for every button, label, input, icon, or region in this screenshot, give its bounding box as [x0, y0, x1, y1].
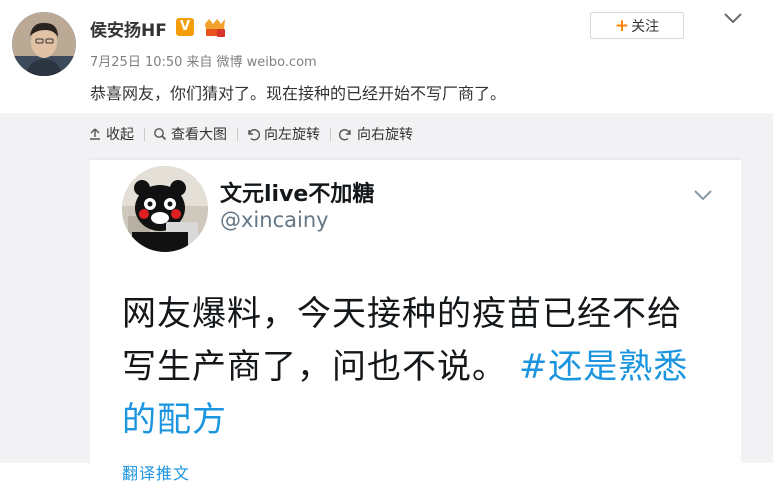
post-source-link[interactable]: 微博 weibo.com [216, 55, 316, 70]
rotate-left-button[interactable]: 向左旋转 [246, 124, 320, 144]
person-avatar-image [12, 12, 76, 76]
author-avatar[interactable] [12, 12, 76, 76]
collapse-icon [90, 128, 100, 140]
tweet-body-text: 写生产商了，问也不说。 [122, 347, 507, 387]
view-large-button[interactable]: 查看大图 [153, 124, 227, 144]
tweet-screenshot-image[interactable]: 文元live不加糖 @xincainy 网友爆料，今天接种的疫苗已经不给 写生产… [90, 158, 741, 483]
toolbar-divider [144, 127, 145, 141]
follow-button[interactable]: + 关注 [590, 12, 684, 39]
media-toolbar: 收起 查看大图 向左旋转 向右旋转 [88, 123, 419, 145]
collapse-button[interactable]: 收起 [88, 124, 134, 144]
rotate-right-label: 向右旋转 [357, 127, 413, 143]
toolbar-divider [330, 127, 331, 141]
plus-icon: + [614, 15, 630, 36]
rotate-right-button[interactable]: 向右旋转 [339, 124, 413, 144]
rotate-right-icon [339, 129, 351, 141]
source-prefix: 来自 [186, 55, 213, 70]
tweet-hashtag-continued: 的配方 [122, 400, 227, 440]
view-large-label: 查看大图 [171, 127, 227, 143]
weibo-post-header: 侯安扬HF V 7月25日 10:50 来自 微博 weibo.com 恭喜网友，你… [0, 0, 773, 113]
tweet-body-line-1: 网友爆料，今天接种的疫苗已经不给 [122, 294, 682, 334]
member-badge-icon[interactable] [202, 16, 228, 38]
post-timestamp[interactable]: 7月25日 10:50 [90, 55, 182, 70]
chevron-down-icon[interactable] [722, 10, 744, 26]
tweet-body: 网友爆料，今天接种的疫苗已经不给 写生产商了，问也不说。 #还是熟悉 的配方 [122, 288, 722, 447]
post-meta: 7月25日 10:50 来自 微博 weibo.com [90, 51, 321, 70]
divider [90, 158, 741, 160]
tweet-author-name: 文元live不加糖 [220, 182, 375, 207]
search-icon [154, 128, 167, 141]
toolbar-divider [237, 127, 238, 141]
tweet-hashtag: #还是熟悉 [518, 347, 689, 387]
translate-tweet-link: 翻译推文 [122, 464, 191, 483]
rotate-left-label: 向左旋转 [264, 127, 320, 143]
media-viewer: 收起 查看大图 向左旋转 向右旋转 文元live不加糖 @xincainy 网友… [0, 113, 773, 483]
kumamon-avatar-image [122, 166, 208, 252]
follow-label: 关注 [631, 18, 660, 35]
verified-badge-icon: V [176, 18, 194, 36]
tweet-body-line-2: 写生产商了，问也不说。 #还是熟悉 [122, 341, 722, 394]
rotate-left-icon [248, 129, 260, 141]
collapse-label: 收起 [106, 127, 134, 143]
tweet-author-handle: @xincainy [220, 208, 329, 232]
author-name[interactable]: 侯安扬HF [90, 16, 167, 41]
post-text: 恭喜网友，你们猜对了。现在接种的已经开始不写厂商了。 [90, 84, 507, 103]
tweet-author-avatar [122, 166, 208, 252]
tweet-chevron-down-icon [694, 190, 712, 201]
